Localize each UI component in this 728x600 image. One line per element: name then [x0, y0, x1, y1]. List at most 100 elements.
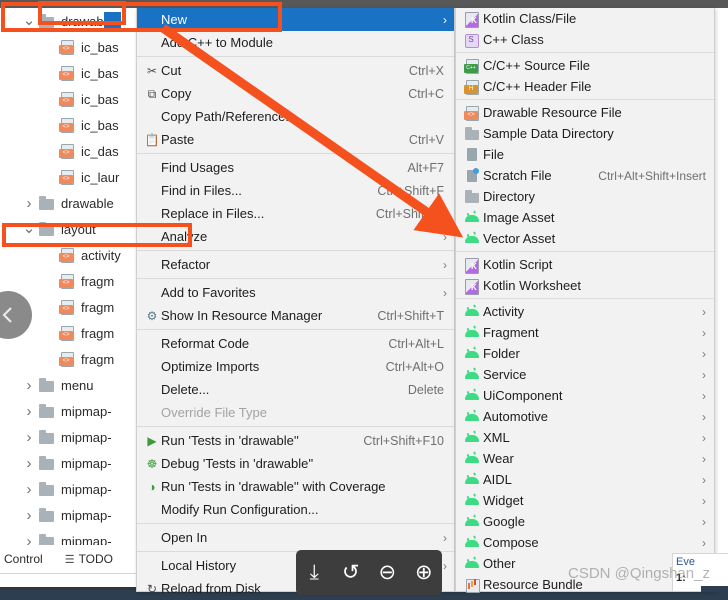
- context-menu-item[interactable]: Reformat Code Ctrl+Alt+L: [137, 332, 454, 355]
- context-menu-item[interactable]: Add to Favorites ›: [137, 281, 454, 304]
- tree-row[interactable]: ic_bas: [0, 34, 152, 60]
- submenu-item[interactable]: Widget ›: [456, 490, 714, 511]
- tree-row[interactable]: ic_bas: [0, 112, 152, 138]
- status-todo-label: TODO: [78, 552, 114, 566]
- chevron-right-icon[interactable]: ›: [20, 429, 38, 446]
- submenu-item[interactable]: C/C++ Source File: [456, 55, 714, 76]
- tree-row[interactable]: › menu: [0, 372, 152, 398]
- context-menu-item[interactable]: New ›: [137, 8, 454, 31]
- zoom-out-icon[interactable]: ⊖: [373, 559, 401, 587]
- zoom-in-icon[interactable]: ⊕: [410, 559, 438, 587]
- submenu-item[interactable]: Activity ›: [456, 301, 714, 322]
- submenu-item[interactable]: Google ›: [456, 511, 714, 532]
- context-menu-item[interactable]: Modify Run Configuration...: [137, 498, 454, 521]
- context-menu-item[interactable]: ⧉ Copy Ctrl+C: [137, 82, 454, 105]
- submenu-item[interactable]: Kotlin Script: [456, 254, 714, 275]
- submenu-item[interactable]: Drawable Resource File: [456, 102, 714, 123]
- status-todo-item[interactable]: ☰ TODO: [65, 552, 113, 566]
- context-menu-item[interactable]: ◑ Run 'Tests in 'drawable'' with Coverage: [137, 475, 454, 498]
- tree-row[interactable]: activity: [0, 242, 152, 268]
- tree-row[interactable]: ic_laur: [0, 164, 152, 190]
- submenu-item[interactable]: Kotlin Worksheet: [456, 275, 714, 296]
- submenu-item[interactable]: AIDL ›: [456, 469, 714, 490]
- submenu-item[interactable]: Service ›: [456, 364, 714, 385]
- submenu-separator: [456, 251, 714, 252]
- context-menu-item[interactable]: Copy Path/Reference...: [137, 105, 454, 128]
- context-menu-item[interactable]: Add C++ to Module: [137, 31, 454, 54]
- floating-image-toolbar[interactable]: ⤓ ↺ ⊖ ⊕: [296, 550, 442, 595]
- tree-row[interactable]: ⌄ layout: [0, 216, 152, 242]
- context-menu-item[interactable]: 📋 Paste Ctrl+V: [137, 128, 454, 151]
- tree-row[interactable]: › mipmap-: [0, 398, 152, 424]
- context-menu-item[interactable]: Find in Files... Ctrl+Shift+F: [137, 179, 454, 202]
- context-menu-item[interactable]: ⚙ Show In Resource Manager Ctrl+Shift+T: [137, 304, 454, 327]
- context-menu-item[interactable]: ▶ Run 'Tests in 'drawable'' Ctrl+Shift+F10: [137, 429, 454, 452]
- submenu-item[interactable]: XML ›: [456, 427, 714, 448]
- tree-row[interactable]: fragm: [0, 346, 152, 372]
- tree-row[interactable]: › drawable: [0, 190, 152, 216]
- submenu-separator: [456, 99, 714, 100]
- submenu-item[interactable]: Kotlin Class/File: [456, 8, 714, 29]
- new-submenu[interactable]: Kotlin Class/File C++ Class C/C++ Source F…: [455, 8, 715, 600]
- chevron-right-icon[interactable]: ›: [20, 507, 38, 524]
- context-menu-item[interactable]: Find Usages Alt+F7: [137, 156, 454, 179]
- tree-row[interactable]: › mipmap-: [0, 476, 152, 502]
- context-menu-item[interactable]: ✂ Cut Ctrl+X: [137, 59, 454, 82]
- context-menu-item[interactable]: Open In ›: [137, 526, 454, 549]
- window-top-strip: [0, 0, 728, 8]
- submenu-item[interactable]: C++ Class: [456, 29, 714, 50]
- tree-row[interactable]: fragm: [0, 268, 152, 294]
- submenu-item[interactable]: Wear ›: [456, 448, 714, 469]
- context-menu-item[interactable]: Optimize Imports Ctrl+Alt+O: [137, 355, 454, 378]
- chevron-right-icon[interactable]: ›: [20, 403, 38, 420]
- chevron-down-icon[interactable]: ⌄: [20, 221, 38, 236]
- submenu-item[interactable]: Scratch File Ctrl+Alt+Shift+Insert: [456, 165, 714, 186]
- submenu-item[interactable]: Folder ›: [456, 343, 714, 364]
- status-control-item[interactable]: Control: [4, 552, 43, 566]
- context-menu-item[interactable]: ☸ Debug 'Tests in 'drawable'': [137, 452, 454, 475]
- submenu-item[interactable]: C/C++ Header File: [456, 76, 714, 97]
- submenu-item[interactable]: Compose ›: [456, 532, 714, 553]
- submenu-item[interactable]: File: [456, 144, 714, 165]
- menu-separator: [137, 329, 454, 330]
- folder-icon: [38, 481, 56, 497]
- chevron-down-icon[interactable]: ⌄: [20, 13, 38, 28]
- tree-row-label: ic_das: [81, 143, 119, 159]
- chevron-right-icon[interactable]: ›: [20, 455, 38, 472]
- project-tree[interactable]: ⌄drawableic_basic_basic_basic_basic_dasi…: [0, 8, 152, 600]
- download-icon[interactable]: ⤓: [300, 559, 328, 587]
- context-menu-item-label: Refactor: [161, 257, 211, 272]
- context-menu-item[interactable]: Analyze ›: [137, 225, 454, 248]
- chevron-right-icon[interactable]: ›: [20, 195, 38, 212]
- tree-row[interactable]: › mipmap-: [0, 450, 152, 476]
- android-icon: [463, 556, 483, 572]
- submenu-item[interactable]: Image Asset: [456, 207, 714, 228]
- context-menu-item-shortcut: Ctrl+Shift+T: [377, 308, 444, 323]
- tree-row[interactable]: › mipmap-: [0, 502, 152, 528]
- clipboard-icon: 📋: [144, 132, 160, 147]
- chevron-right-icon: ›: [702, 325, 706, 340]
- tree-row[interactable]: ic_das: [0, 138, 152, 164]
- submenu-item-label: Sample Data Directory: [483, 126, 614, 141]
- context-menu-item[interactable]: Delete... Delete: [137, 378, 454, 401]
- tree-row[interactable]: ic_bas: [0, 60, 152, 86]
- submenu-item[interactable]: Directory: [456, 186, 714, 207]
- context-menu[interactable]: New › Add C++ to Module ✂ Cut Ctrl+X ⧉ Copy Ctrl…: [136, 8, 455, 596]
- submenu-item[interactable]: Vector Asset: [456, 228, 714, 249]
- submenu-item-label: Vector Asset: [483, 231, 556, 246]
- submenu-item[interactable]: Fragment ›: [456, 322, 714, 343]
- chevron-right-icon[interactable]: ›: [20, 377, 38, 394]
- tree-row[interactable]: ⌄ drawable: [0, 8, 152, 34]
- chevron-right-icon[interactable]: ›: [20, 481, 38, 498]
- submenu-item[interactable]: Sample Data Directory: [456, 123, 714, 144]
- submenu-item[interactable]: EditorConfig File: [456, 595, 714, 600]
- c-source-file-icon: [463, 58, 483, 74]
- tree-row[interactable]: › mipmap-: [0, 424, 152, 450]
- rotate-icon[interactable]: ↺: [337, 559, 365, 587]
- android-icon: [463, 472, 483, 488]
- submenu-item[interactable]: Automotive ›: [456, 406, 714, 427]
- submenu-item[interactable]: UiComponent ›: [456, 385, 714, 406]
- context-menu-item[interactable]: Replace in Files... Ctrl+Shift+R: [137, 202, 454, 225]
- tree-row[interactable]: ic_bas: [0, 86, 152, 112]
- context-menu-item[interactable]: Refactor ›: [137, 253, 454, 276]
